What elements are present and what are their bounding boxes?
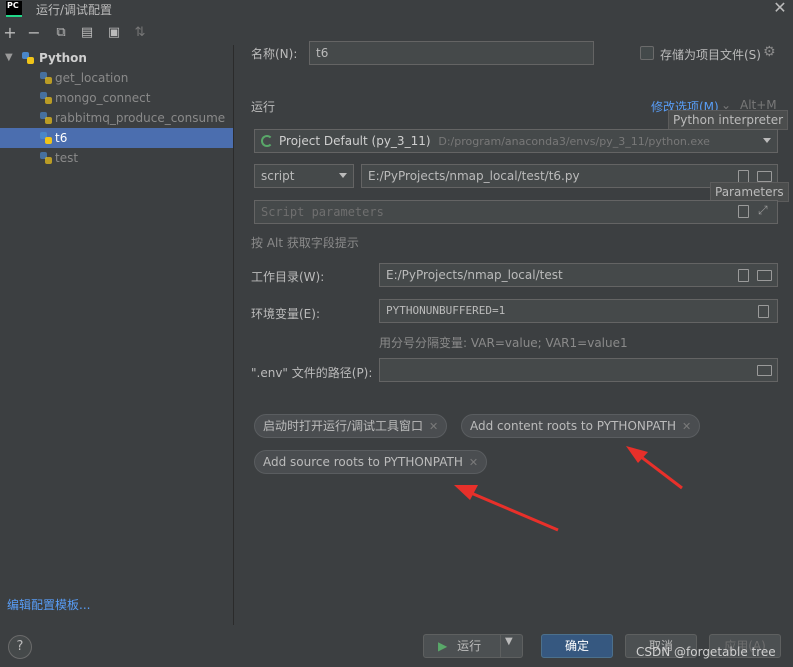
- chip-label: Add source roots to PYTHONPATH: [263, 455, 463, 469]
- expand-text-icon[interactable]: [738, 205, 749, 218]
- tree-root-label: Python: [39, 51, 87, 65]
- env-hint-text: 用分号分隔变量: VAR=value; VAR1=value1: [379, 336, 628, 350]
- chevron-down-icon: [339, 173, 347, 178]
- tree-item-mongo-connect[interactable]: mongo_connect: [0, 88, 233, 108]
- tree-item-label: mongo_connect: [55, 91, 151, 105]
- annotation-arrow-source-roots: [454, 485, 559, 532]
- env-label: 环境变量(E):: [251, 307, 320, 321]
- add-icon[interactable]: +: [2, 24, 18, 42]
- chevron-down-icon: [763, 138, 771, 143]
- tree-item-label: t6: [55, 131, 68, 145]
- env-value: PYTHONUNBUFFERED=1: [386, 304, 506, 317]
- annotation-arrows: [454, 446, 683, 532]
- interpreter-name: Project Default (py_3_11): [279, 134, 431, 148]
- folder-icon[interactable]: [757, 270, 772, 281]
- annotation-arrow-content-roots: [626, 446, 683, 490]
- chevron-down-icon[interactable]: ▼: [5, 48, 13, 68]
- watermark: CSDN @forgetable tree: [636, 645, 776, 659]
- python-icon: [40, 132, 52, 144]
- expand-icon[interactable]: ⤢: [758, 203, 768, 218]
- chip-label: 启动时打开运行/调试工具窗口: [263, 419, 424, 433]
- python-icon: [40, 112, 52, 124]
- title-bar: [0, 0, 793, 18]
- tree-item-label: rabbitmq_produce_consume: [55, 111, 226, 125]
- run-icon: ▶: [438, 639, 448, 653]
- sort-icon[interactable]: ⇅: [132, 24, 148, 42]
- script-parameters-field[interactable]: Script parameters: [254, 200, 778, 224]
- interpreter-tooltip: Python interpreter: [668, 110, 789, 130]
- save-icon[interactable]: ▤: [79, 24, 95, 42]
- parameters-tooltip: Parameters: [710, 182, 789, 202]
- tree-item-rabbitmq[interactable]: rabbitmq_produce_consume: [0, 108, 233, 128]
- config-tree-panel: ▼ Python get_location mongo_connect rabb…: [0, 45, 234, 625]
- name-label: 名称(N):: [251, 47, 298, 61]
- python-icon: [40, 92, 52, 104]
- run-button-divider: [500, 635, 501, 657]
- python-icon: [22, 52, 34, 64]
- script-parameters-placeholder: Script parameters: [261, 205, 384, 219]
- close-icon[interactable]: ✕: [770, 0, 790, 18]
- store-as-project-checkbox[interactable]: [640, 46, 654, 60]
- new-folder-icon[interactable]: ▣: [106, 24, 122, 42]
- workdir-field[interactable]: E:/PyProjects/nmap_local/test: [379, 263, 778, 287]
- pycharm-logo-icon: PC: [6, 1, 22, 17]
- workdir-label: 工作目录(W):: [251, 270, 325, 284]
- tree-item-get-location[interactable]: get_location: [0, 68, 233, 88]
- run-button-label: 运行: [457, 639, 482, 653]
- run-section-title: 运行: [251, 100, 276, 114]
- script-path-value: E:/PyProjects/nmap_local/test/t6.py: [368, 169, 580, 183]
- ok-button[interactable]: 确定: [541, 634, 613, 658]
- dotenv-field[interactable]: [379, 358, 778, 382]
- chip-open-tool-window[interactable]: 启动时打开运行/调试工具窗口 ✕: [254, 414, 448, 438]
- folder-icon[interactable]: [757, 171, 772, 182]
- expand-text-icon[interactable]: [738, 269, 749, 282]
- gear-icon[interactable]: ⚙: [763, 44, 776, 60]
- tree-item-test[interactable]: test: [0, 148, 233, 168]
- dotenv-label: ".env" 文件的路径(P):: [251, 366, 373, 380]
- help-button[interactable]: ?: [8, 635, 32, 659]
- alt-hint-text: 按 Alt 获取字段提示: [251, 236, 359, 250]
- edit-templates-link[interactable]: 编辑配置模板...: [7, 596, 90, 613]
- loading-icon: [261, 135, 273, 147]
- store-as-project-label: 存储为项目文件(S): [660, 48, 761, 62]
- chevron-down-icon[interactable]: ▼: [505, 636, 513, 647]
- close-icon[interactable]: ✕: [429, 420, 438, 433]
- workdir-value: E:/PyProjects/nmap_local/test: [386, 268, 563, 282]
- remove-icon[interactable]: −: [26, 24, 42, 42]
- script-type-select[interactable]: script: [254, 164, 354, 188]
- interpreter-path: D:/program/anaconda3/envs/py_3_11/python…: [438, 135, 710, 148]
- tree-item-label: test: [55, 151, 79, 165]
- interpreter-select[interactable]: Project Default (py_3_11) D:/program/ana…: [254, 129, 778, 153]
- python-icon: [40, 152, 52, 164]
- tree-root-python[interactable]: ▼ Python: [0, 48, 233, 68]
- env-field[interactable]: PYTHONUNBUFFERED=1: [379, 299, 778, 323]
- folder-icon[interactable]: [757, 365, 772, 376]
- tree-item-label: get_location: [55, 71, 129, 85]
- tree-item-t6[interactable]: t6: [0, 128, 233, 148]
- python-icon: [40, 72, 52, 84]
- name-field[interactable]: t6: [309, 41, 594, 65]
- edit-env-icon[interactable]: [758, 305, 769, 318]
- copy-icon[interactable]: ⧉: [53, 24, 69, 42]
- script-type-value: script: [261, 169, 295, 183]
- window-title: 运行/调试配置: [36, 3, 113, 17]
